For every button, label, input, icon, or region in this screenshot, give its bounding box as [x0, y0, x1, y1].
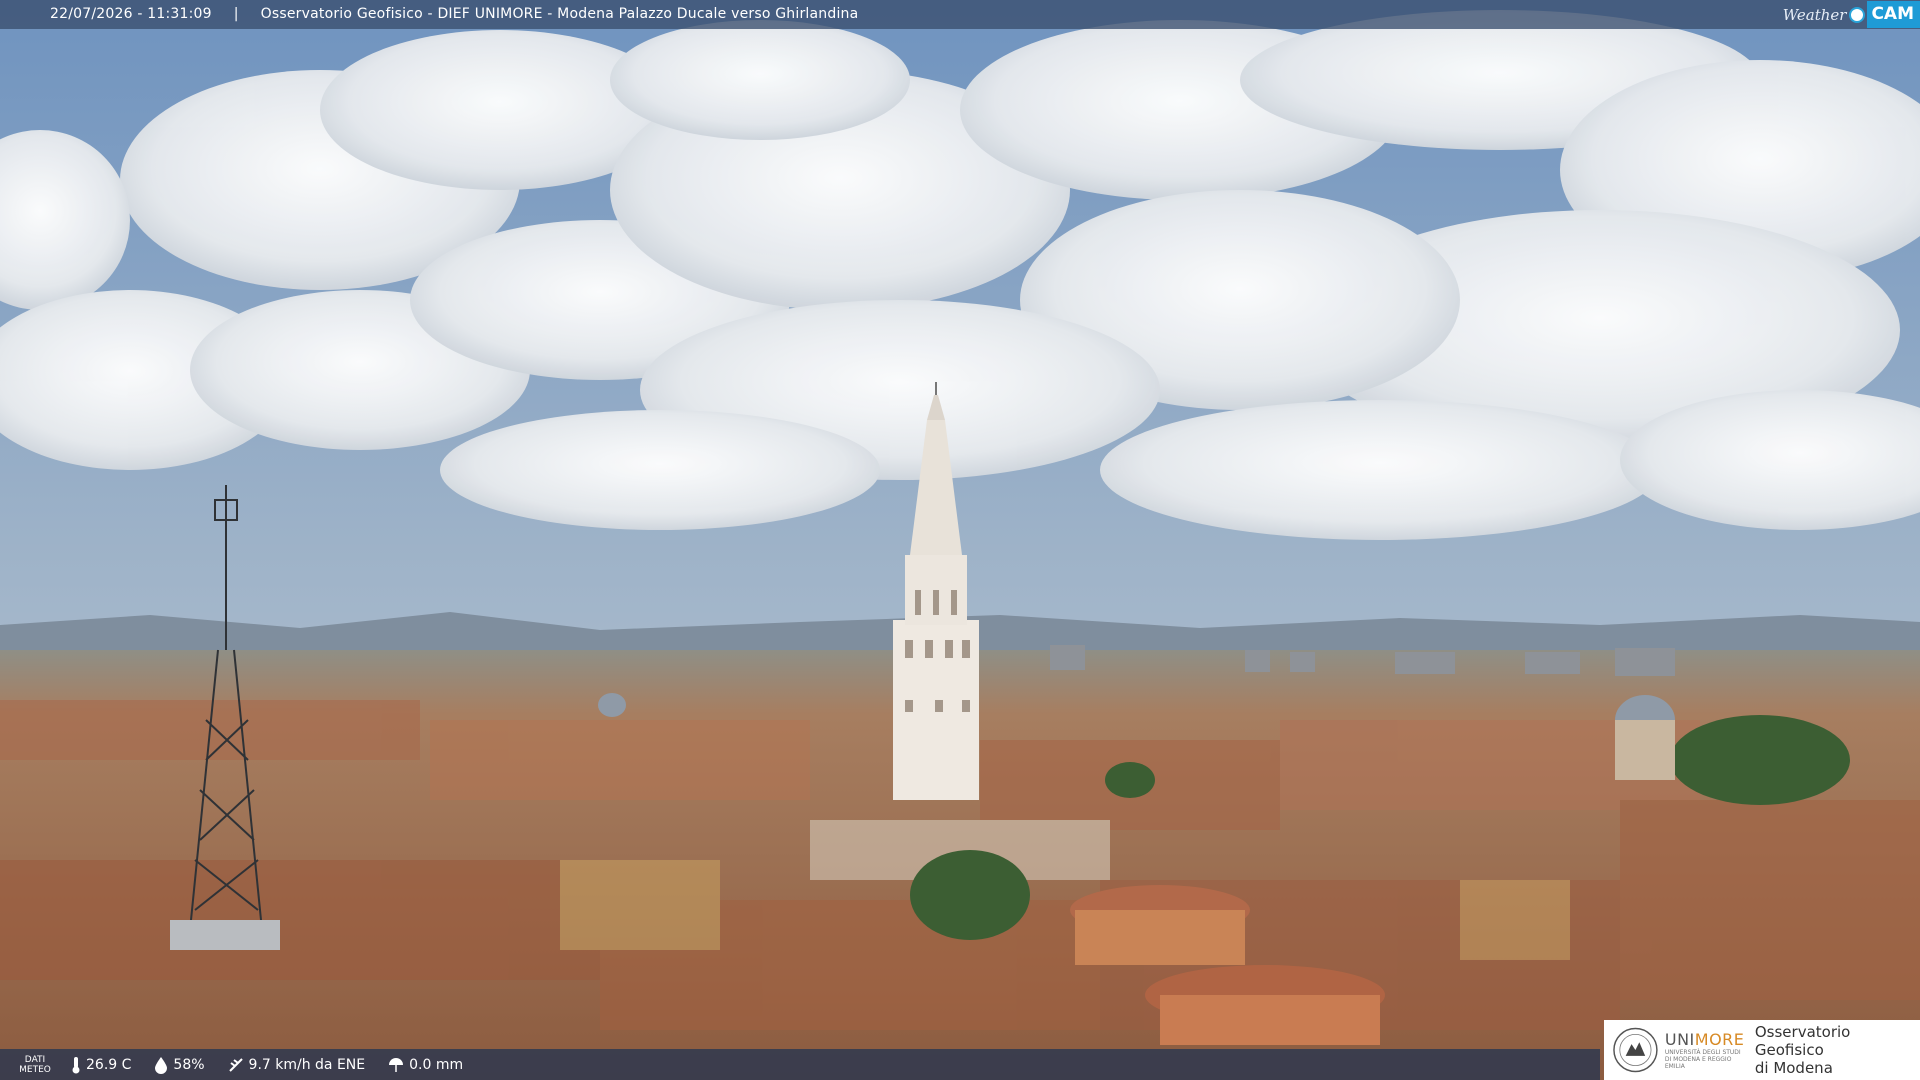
umbrella-icon — [389, 1057, 404, 1072]
meteo-label-line2: METEO — [19, 1064, 51, 1075]
antenna-base — [170, 920, 280, 950]
timestamp: 22/07/2026 - 11:31:09 — [50, 6, 212, 22]
humidity-reading: 58% — [153, 1056, 205, 1074]
rain-reading: 0.0 mm — [387, 1056, 463, 1074]
rain-value: 0.0 mm — [409, 1056, 464, 1073]
meteo-label-line1: DATI — [24, 1054, 46, 1065]
camera-title: Osservatorio Geofisico - DIEF UNIMORE - … — [260, 6, 859, 22]
unimore-seal-icon — [1613, 1027, 1658, 1073]
meteo-bar: DATI METEO 26.9 C 58% 9.7 km/h da ENE 0.… — [0, 1049, 1600, 1080]
humidity-drop-icon — [155, 1056, 168, 1074]
observatory-name-line1: Osservatorio Geofisico — [1754, 1023, 1851, 1059]
unimore-wordmark: UNIMORE UNIVERSITÀ DEGLI STUDI DI MODENA… — [1665, 1030, 1745, 1070]
thermometer-icon — [72, 1056, 80, 1073]
meteo-label: DATI METEO — [0, 1055, 70, 1075]
unimore-logo-panel: UNIMORE UNIVERSITÀ DEGLI STUDI DI MODENA… — [1604, 1020, 1920, 1080]
weathercam-logo: Weather CAM — [1783, 0, 1920, 29]
unimore-subtitle: UNIVERSITÀ DEGLI STUDI DI MODENA E REGGI… — [1664, 1049, 1741, 1070]
observatory-name-line2: di Modena — [1754, 1059, 1833, 1077]
unimore-name: UNIMORE — [1665, 1030, 1745, 1049]
weathercam-logo-weather: Weather — [1782, 5, 1847, 24]
weathercam-dot-icon — [1849, 6, 1866, 23]
webcam-image — [0, 0, 1920, 1080]
caption-separator: | — [233, 6, 239, 22]
top-caption-bar: 22/07/2026 - 11:31:09 | Osservatorio Geofi… — [0, 0, 1920, 29]
weathercam-logo-cam: CAM — [1867, 1, 1920, 28]
observatory-name: Osservatorio Geofisico di Modena — [1755, 1023, 1920, 1077]
unimore-name-suffix: MORE — [1694, 1030, 1745, 1049]
wind-icon — [228, 1057, 243, 1072]
unimore-name-prefix: UNI — [1664, 1030, 1695, 1049]
wind-value: 9.7 km/h da ENE — [248, 1056, 366, 1073]
humidity-value: 58% — [173, 1056, 205, 1073]
caption-text: 22/07/2026 - 11:31:09 | Osservatorio Geofi… — [50, 6, 858, 22]
wind-reading: 9.7 km/h da ENE — [227, 1056, 366, 1074]
temperature-value: 26.9 C — [86, 1056, 132, 1073]
temperature-reading: 26.9 C — [70, 1056, 131, 1074]
